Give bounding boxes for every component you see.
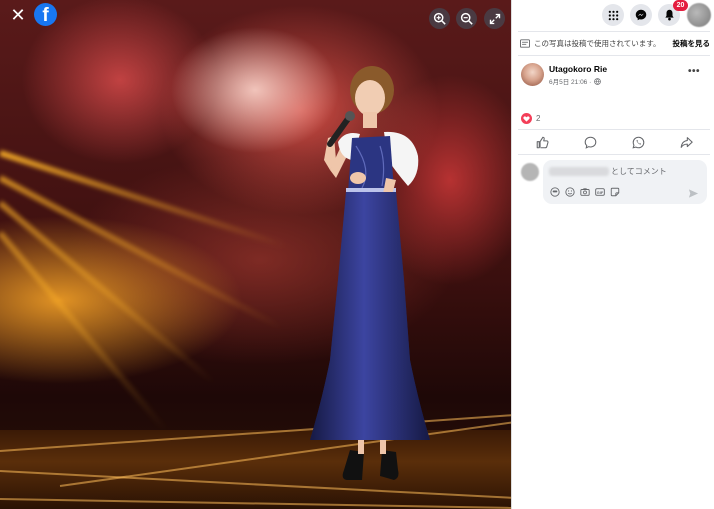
sticker-icon	[610, 187, 620, 197]
send-comment-button[interactable]	[688, 186, 700, 198]
camera-icon	[580, 188, 590, 196]
divider	[518, 129, 710, 130]
divider	[518, 31, 710, 32]
comment-input[interactable]: としてコメント GIF	[543, 160, 707, 204]
love-reaction-icon	[521, 113, 532, 124]
photo-usage-notice: この写真は投稿で使用されています。 投稿を見る	[520, 36, 710, 50]
more-options-icon[interactable]: •••	[688, 66, 700, 77]
close-icon[interactable]: ✕	[9, 6, 27, 24]
post-actions	[518, 132, 710, 152]
emoji-button[interactable]	[564, 186, 576, 198]
fullscreen-button[interactable]	[484, 8, 505, 29]
send-icon	[688, 189, 699, 198]
sticker-button[interactable]	[609, 186, 621, 198]
share-button[interactable]	[678, 134, 694, 150]
like-button[interactable]	[534, 134, 550, 150]
comment-placeholder: としてコメント	[611, 167, 667, 176]
divider	[518, 55, 710, 56]
menu-button[interactable]	[602, 4, 624, 26]
emoji-icon	[565, 187, 575, 197]
fullscreen-icon	[489, 13, 500, 24]
singer-figure	[310, 66, 430, 480]
author-avatar[interactable]	[521, 63, 544, 86]
post-timestamp[interactable]: 6月5日 21:06 ·	[549, 76, 602, 86]
post-icon	[520, 38, 530, 48]
commenter-avatar	[521, 163, 539, 181]
whatsapp-share-button[interactable]	[630, 134, 646, 150]
gif-button[interactable]: GIF	[594, 186, 606, 198]
view-post-link[interactable]: 投稿を見る	[673, 38, 711, 49]
photo-viewer: ✕ f	[0, 0, 511, 509]
globe-icon	[594, 77, 602, 85]
usage-notice-text: この写真は投稿で使用されています。	[534, 38, 661, 48]
author-name[interactable]: Utagokoro Rie	[549, 64, 607, 74]
comment-icon	[584, 136, 596, 149]
menu-grid-icon	[608, 10, 618, 20]
facebook-logo[interactable]: f	[34, 3, 57, 26]
gif-icon: GIF	[595, 188, 605, 196]
zoom-in-icon	[433, 12, 446, 25]
bell-icon	[664, 9, 674, 21]
comment-button[interactable]	[582, 134, 598, 150]
commenter-name-blurred	[549, 167, 609, 176]
comment-tools: GIF	[549, 186, 621, 198]
divider	[518, 154, 710, 155]
zoom-out-button[interactable]	[456, 8, 477, 29]
reaction-count: 2	[536, 114, 541, 123]
stage-light-ray	[0, 231, 170, 435]
whatsapp-icon	[631, 136, 644, 149]
top-navigation: 20	[512, 0, 714, 30]
reaction-summary[interactable]: 2	[521, 113, 540, 124]
notification-badge: 20	[673, 0, 688, 11]
post-date-text: 6月5日 21:06 ·	[549, 79, 592, 86]
messenger-icon	[635, 9, 647, 21]
messenger-button[interactable]	[630, 4, 652, 26]
share-icon	[680, 136, 693, 148]
zoom-out-icon	[460, 12, 473, 25]
avatar-sticker-icon	[550, 187, 560, 197]
zoom-in-button[interactable]	[429, 8, 450, 29]
post-side-panel: 20 この写真は投稿で使用されています。 投稿を見る Utagokoro Rie…	[511, 0, 714, 509]
facebook-logo-letter: f	[42, 5, 49, 26]
avatar-sticker-button[interactable]	[549, 186, 561, 198]
account-avatar[interactable]	[687, 3, 711, 27]
svg-text:GIF: GIF	[597, 191, 604, 195]
camera-button[interactable]	[579, 186, 591, 198]
thumbs-up-icon	[536, 136, 549, 148]
